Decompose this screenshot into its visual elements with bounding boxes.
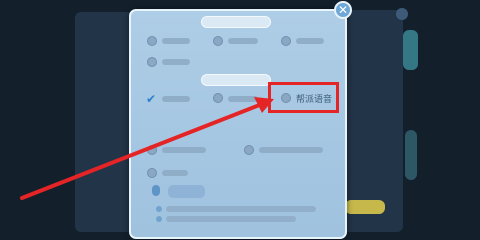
annotation-arrow (20, 97, 274, 200)
